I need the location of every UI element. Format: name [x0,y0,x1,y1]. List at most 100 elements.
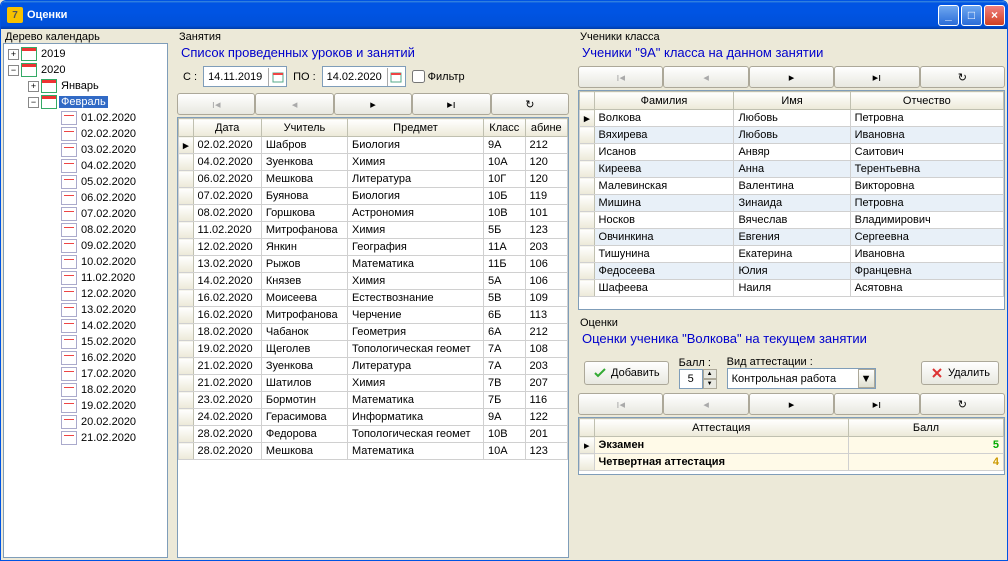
table-row[interactable]: 11.02.2020МитрофановаХимия5Б123 [179,222,568,239]
table-row[interactable]: ▸ВолковаЛюбовьПетровна [580,110,1004,127]
table-row[interactable]: КирееваАннаТерентьевна [580,161,1004,178]
maximize-button[interactable]: □ [961,5,982,26]
nav-last-button[interactable]: ▸ı [834,393,919,415]
nav-last-button[interactable]: ▸ı [834,66,919,88]
attestation-input[interactable] [728,373,858,385]
nav-first-button[interactable]: ı◂ [177,93,255,115]
table-row[interactable]: 13.02.2020РыжовМатематика11Б106 [179,256,568,273]
students-grid[interactable]: Фамилия Имя Отчество ▸ВолковаЛюбовьПетро… [578,90,1005,310]
table-row[interactable]: ОвчинкинаЕвгенияСергеевна [580,229,1004,246]
date-to-field[interactable] [323,71,387,83]
tree-day[interactable]: 13.02.2020 [4,302,167,318]
date-to-input[interactable] [322,66,406,87]
close-button[interactable]: × [984,5,1005,26]
tree-day[interactable]: 03.02.2020 [4,142,167,158]
delete-button[interactable]: Удалить [921,361,999,385]
tree-day[interactable]: 02.02.2020 [4,126,167,142]
table-row[interactable]: 16.02.2020МитрофановаЧерчение6Б113 [179,307,568,324]
tree-year-2019[interactable]: + 2019 [4,46,167,62]
nav-first-button[interactable]: ı◂ [578,66,663,88]
tree-day[interactable]: 14.02.2020 [4,318,167,334]
table-row[interactable]: 16.02.2020МоисееваЕстествознание5В109 [179,290,568,307]
splitter[interactable] [572,31,575,558]
table-row[interactable]: ИсановАнвярСаитович [580,144,1004,161]
grades-grid[interactable]: Аттестация Балл ▸Экзамен5Четвертная атте… [578,417,1005,475]
tree-day[interactable]: 12.02.2020 [4,286,167,302]
spin-up-button[interactable]: ▲ [703,369,717,379]
nav-next-button[interactable]: ▸ [749,66,834,88]
table-row[interactable]: 18.02.2020ЧабанокГеометрия6А212 [179,324,568,341]
calendar-picker-icon[interactable] [387,68,405,86]
spin-down-button[interactable]: ▼ [703,379,717,389]
table-row[interactable]: ВяхиреваЛюбовьИвановна [580,127,1004,144]
col-score[interactable]: Балл [848,419,1003,437]
tree-day[interactable]: 17.02.2020 [4,366,167,382]
col-midname[interactable]: Отчество [850,92,1003,110]
tree-year-2020[interactable]: − 2020 [4,62,167,78]
table-row[interactable]: ▸02.02.2020ШабровБиология9А212 [179,137,568,154]
col-attestation[interactable]: Аттестация [594,419,848,437]
add-button[interactable]: Добавить [584,361,669,385]
table-row[interactable]: 06.02.2020МешковаЛитература10Г120 [179,171,568,188]
expand-icon[interactable]: + [8,49,19,60]
tree-day[interactable]: 04.02.2020 [4,158,167,174]
nav-refresh-button[interactable]: ↻ [491,93,569,115]
calendar-tree[interactable]: + 2019 − 2020 + Январь − Февраль [3,43,168,558]
attestation-combo[interactable]: ▼ [727,368,876,389]
table-row[interactable]: Четвертная аттестация4 [580,454,1004,471]
table-row[interactable]: 08.02.2020ГоршковаАстрономия10В101 [179,205,568,222]
col-date[interactable]: Дата [193,119,261,137]
col-room[interactable]: абине [525,119,567,137]
splitter[interactable] [171,31,174,558]
tree-day[interactable]: 18.02.2020 [4,382,167,398]
score-spinner[interactable]: ▲ ▼ [679,369,717,389]
tree-day[interactable]: 09.02.2020 [4,238,167,254]
nav-prev-button[interactable]: ◂ [663,393,748,415]
table-row[interactable]: 14.02.2020КнязевХимия5А106 [179,273,568,290]
table-row[interactable]: 21.02.2020ЗуенковаЛитература7А203 [179,358,568,375]
table-row[interactable]: 21.02.2020ШатиловХимия7В207 [179,375,568,392]
col-firstname[interactable]: Имя [734,92,850,110]
filter-checkbox[interactable]: Фильтр [412,70,465,83]
col-lastname[interactable]: Фамилия [594,92,734,110]
collapse-icon[interactable]: − [28,97,39,108]
table-row[interactable]: 07.02.2020БуяноваБиология10Б119 [179,188,568,205]
tree-day[interactable]: 11.02.2020 [4,270,167,286]
tree-month-january[interactable]: + Январь [4,78,167,94]
collapse-icon[interactable]: − [8,65,19,76]
table-row[interactable]: ▸Экзамен5 [580,437,1004,454]
table-row[interactable]: 28.02.2020ФедороваТопологическая геомет1… [179,426,568,443]
nav-next-button[interactable]: ▸ [334,93,412,115]
nav-refresh-button[interactable]: ↻ [920,66,1005,88]
tree-day[interactable]: 21.02.2020 [4,430,167,446]
tree-day[interactable]: 10.02.2020 [4,254,167,270]
col-class[interactable]: Класс [484,119,526,137]
table-row[interactable]: НосковВячеславВладимирович [580,212,1004,229]
table-row[interactable]: 04.02.2020ЗуенковаХимия10А120 [179,154,568,171]
table-row[interactable]: 19.02.2020ЩеголевТопологическая геомет7А… [179,341,568,358]
tree-day[interactable]: 19.02.2020 [4,398,167,414]
table-row[interactable]: ФедосееваЮлияФранцевна [580,263,1004,280]
tree-day[interactable]: 05.02.2020 [4,174,167,190]
table-row[interactable]: МалевинскаяВалентинаВикторовна [580,178,1004,195]
tree-day[interactable]: 07.02.2020 [4,206,167,222]
filter-checkbox-input[interactable] [412,70,425,83]
table-row[interactable]: 23.02.2020БормотинМатематика7Б116 [179,392,568,409]
calendar-picker-icon[interactable] [268,68,286,86]
table-row[interactable]: МишинаЗинаидаПетровна [580,195,1004,212]
table-row[interactable]: 28.02.2020МешковаМатематика10А123 [179,443,568,460]
tree-day[interactable]: 16.02.2020 [4,350,167,366]
splitter[interactable] [578,310,1005,313]
score-input[interactable] [679,369,703,389]
tree-day[interactable]: 15.02.2020 [4,334,167,350]
table-row[interactable]: 24.02.2020ГерасимоваИнформатика9А122 [179,409,568,426]
nav-next-button[interactable]: ▸ [749,393,834,415]
titlebar[interactable]: 7 Оценки _ □ × [1,1,1007,29]
minimize-button[interactable]: _ [938,5,959,26]
nav-last-button[interactable]: ▸ı [412,93,490,115]
tree-day[interactable]: 20.02.2020 [4,414,167,430]
tree-day[interactable]: 06.02.2020 [4,190,167,206]
tree-day[interactable]: 08.02.2020 [4,222,167,238]
table-row[interactable]: ТишунинаЕкатеринаИвановна [580,246,1004,263]
nav-first-button[interactable]: ı◂ [578,393,663,415]
